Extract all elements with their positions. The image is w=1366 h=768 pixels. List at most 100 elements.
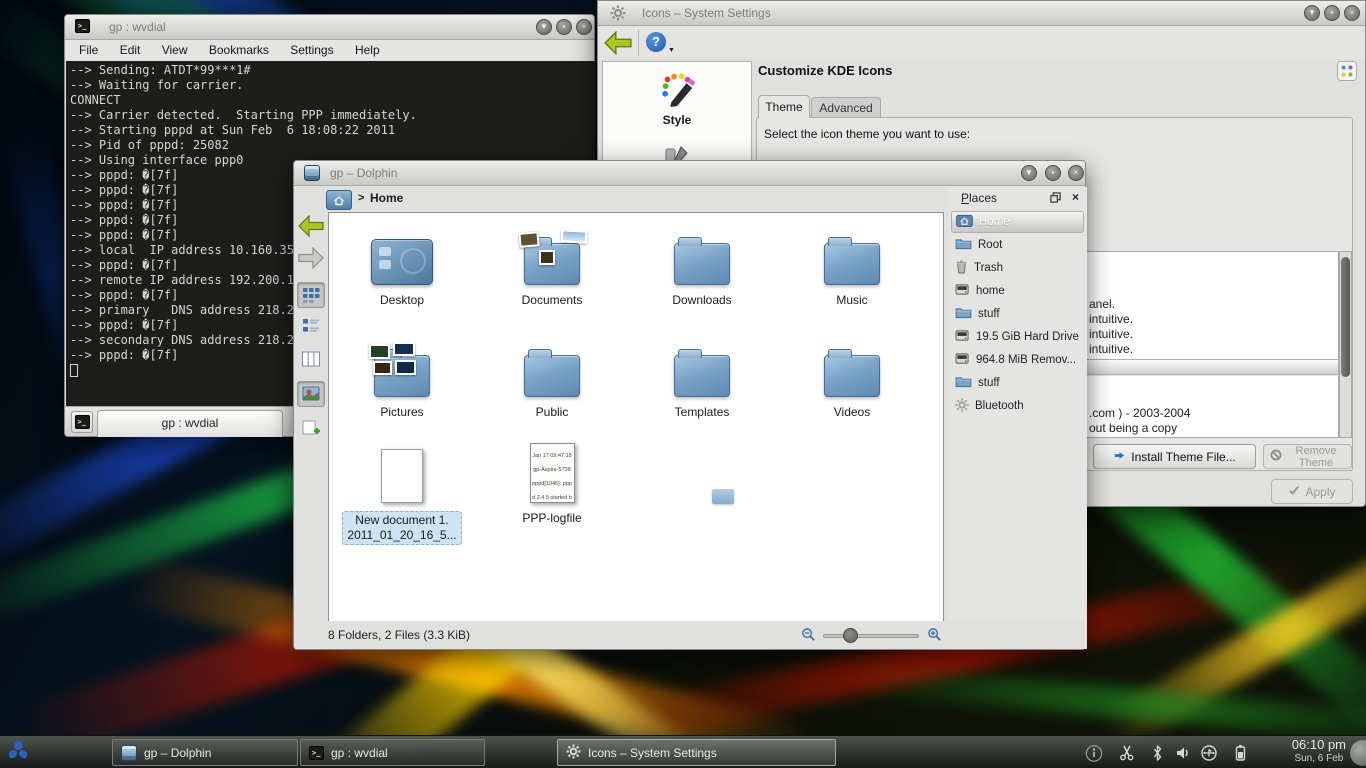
zoom-slider-handle[interactable] — [843, 628, 858, 643]
theme-list-text: intuitive. — [1089, 342, 1133, 356]
desktop: >_ gp : wvdial ▼ ▪ × File Edit View Book… — [0, 0, 1366, 768]
forward-arrow-icon[interactable] — [297, 245, 325, 271]
taskbar-task-dolphin[interactable]: gp – Dolphin — [112, 739, 298, 766]
place-hard-drive[interactable]: 19.5 GiB Hard Drive — [951, 326, 1084, 348]
back-arrow-icon[interactable] — [297, 213, 325, 239]
maximize-button[interactable]: ▪ — [556, 19, 572, 35]
settings-titlebar[interactable]: Icons – System Settings ▼ ▪ × — [598, 1, 1365, 26]
home-folder-icon[interactable] — [326, 190, 352, 210]
maximize-button[interactable]: ▪ — [1324, 5, 1340, 21]
folder-item[interactable]: Desktop — [332, 223, 472, 307]
place-stuff2[interactable]: stuff — [951, 372, 1084, 394]
menu-help[interactable]: Help — [346, 40, 389, 60]
place-bluetooth[interactable]: Bluetooth — [951, 395, 1084, 417]
places-panel: Places × Home Root Trash home — [948, 187, 1087, 649]
zoom-slider-track[interactable] — [823, 634, 919, 638]
menu-view[interactable]: View — [153, 40, 197, 60]
no-entry-icon — [1270, 449, 1282, 464]
split-view-button[interactable] — [297, 415, 325, 441]
menu-bookmarks[interactable]: Bookmarks — [200, 40, 278, 60]
menu-edit[interactable]: Edit — [111, 40, 150, 60]
float-panel-icon[interactable] — [1050, 192, 1061, 206]
folder-item[interactable]: Documents — [482, 223, 622, 307]
tab-advanced[interactable]: Advanced — [811, 97, 881, 118]
maximize-button[interactable]: ▪ — [1045, 165, 1061, 181]
folder-item[interactable]: Downloads — [632, 223, 772, 307]
folder-item[interactable]: Public — [482, 335, 622, 419]
terminal-titlebar[interactable]: >_ gp : wvdial ▼ ▪ × — [65, 15, 594, 40]
document-icon — [381, 449, 423, 503]
desktop-folder-icon — [371, 239, 433, 285]
close-button[interactable]: × — [576, 19, 592, 35]
theme-list-text: anel. — [1089, 297, 1115, 311]
chevron-down-icon[interactable]: ▼ — [668, 47, 675, 54]
terminal-tab[interactable]: gp : wvdial — [97, 410, 283, 437]
clock[interactable]: 06:10 pm Sun, 6 Feb — [1292, 738, 1346, 766]
icons-view-button[interactable] — [297, 282, 325, 308]
minimize-button[interactable]: ▼ — [536, 19, 552, 35]
place-removable-drive[interactable]: 964.8 MiB Remov... — [951, 349, 1084, 371]
apply-button[interactable]: Apply — [1271, 479, 1353, 504]
remove-theme-button[interactable]: Remove Theme — [1263, 444, 1352, 469]
folder-view[interactable]: Desktop Documents Downloads Music — [328, 212, 944, 623]
minimize-button[interactable]: ▼ — [1304, 5, 1320, 21]
settings-window-title: Icons – System Settings — [642, 6, 771, 20]
scrollbar-handle[interactable] — [1341, 257, 1350, 377]
style-icon — [658, 97, 696, 111]
minimize-button[interactable]: ▼ — [1021, 165, 1037, 181]
file-item-selected[interactable]: New document 1.2011_01_20_16_5... — [332, 437, 472, 545]
install-theme-button[interactable]: Install Theme File... — [1093, 444, 1256, 469]
details-view-button[interactable] — [297, 313, 325, 339]
menu-file[interactable]: File — [70, 40, 107, 60]
terminal-icon: >_ — [75, 19, 90, 33]
back-arrow-icon[interactable] — [604, 31, 632, 58]
place-stuff[interactable]: stuff — [951, 303, 1084, 325]
file-item[interactable]: Jan 17 09:47:18 gp-Aspire-5738 pppd[1946… — [482, 437, 622, 525]
place-trash[interactable]: Trash — [951, 257, 1084, 279]
folder-item[interactable]: Videos — [782, 335, 922, 419]
help-icon[interactable]: ? — [646, 32, 666, 52]
scissors-icon[interactable] — [1118, 744, 1136, 762]
style-category[interactable]: Style — [603, 70, 751, 127]
drive-icon — [955, 329, 970, 345]
breadcrumb-location[interactable]: Home — [370, 191, 403, 205]
taskbar-task-system-settings[interactable]: Icons – System Settings — [557, 739, 836, 766]
launcher-icon[interactable] — [4, 738, 32, 768]
bluetooth-icon[interactable] — [1148, 744, 1166, 762]
columns-view-button[interactable] — [297, 346, 325, 372]
folder-item[interactable]: Music — [782, 223, 922, 307]
folder-icon — [955, 237, 972, 253]
battery-icon[interactable] — [1231, 744, 1249, 762]
selected-file-label: New document 1.2011_01_20_16_5... — [342, 511, 461, 545]
close-button[interactable]: × — [1344, 5, 1360, 21]
panel-toolbox-icon[interactable] — [1350, 740, 1366, 766]
scrollbar[interactable] — [1339, 251, 1352, 438]
public-folder-icon — [524, 355, 580, 397]
terminal-window-title: gp : wvdial — [109, 20, 166, 34]
volume-icon[interactable] — [1174, 744, 1192, 762]
text-file-preview-icon: Jan 17 09:47:18 gp-Aspire-5738 pppd[1946… — [530, 443, 575, 503]
close-panel-icon[interactable]: × — [1072, 190, 1079, 204]
zoom-out-icon[interactable] — [801, 627, 816, 645]
info-icon[interactable] — [1085, 744, 1103, 762]
folder-item[interactable]: Pictures — [332, 335, 472, 419]
icon-sizes-icon[interactable] — [1337, 61, 1357, 81]
preview-button[interactable] — [297, 381, 325, 407]
install-arrow-icon — [1113, 449, 1126, 465]
dolphin-titlebar[interactable]: gp – Dolphin ▼ ▪ × — [294, 161, 1085, 186]
place-home-drive[interactable]: home — [951, 280, 1084, 302]
new-tab-button[interactable]: >_ — [71, 411, 93, 433]
close-button[interactable]: × — [1068, 165, 1084, 181]
place-root[interactable]: Root — [951, 234, 1084, 256]
menu-settings[interactable]: Settings — [281, 40, 342, 60]
dolphin-window-title: gp – Dolphin — [330, 166, 397, 180]
pictures-folder-icon — [374, 355, 430, 397]
zoom-in-icon[interactable] — [927, 627, 942, 645]
folder-item[interactable]: Templates — [632, 335, 772, 419]
place-home[interactable]: Home — [951, 211, 1084, 233]
usb-device-icon[interactable] — [1200, 744, 1218, 762]
tab-theme[interactable]: Theme — [758, 95, 810, 118]
trash-icon — [955, 259, 968, 277]
taskbar-task-terminal[interactable]: >_ gp : wvdial — [300, 739, 485, 766]
videos-folder-icon — [824, 355, 880, 397]
